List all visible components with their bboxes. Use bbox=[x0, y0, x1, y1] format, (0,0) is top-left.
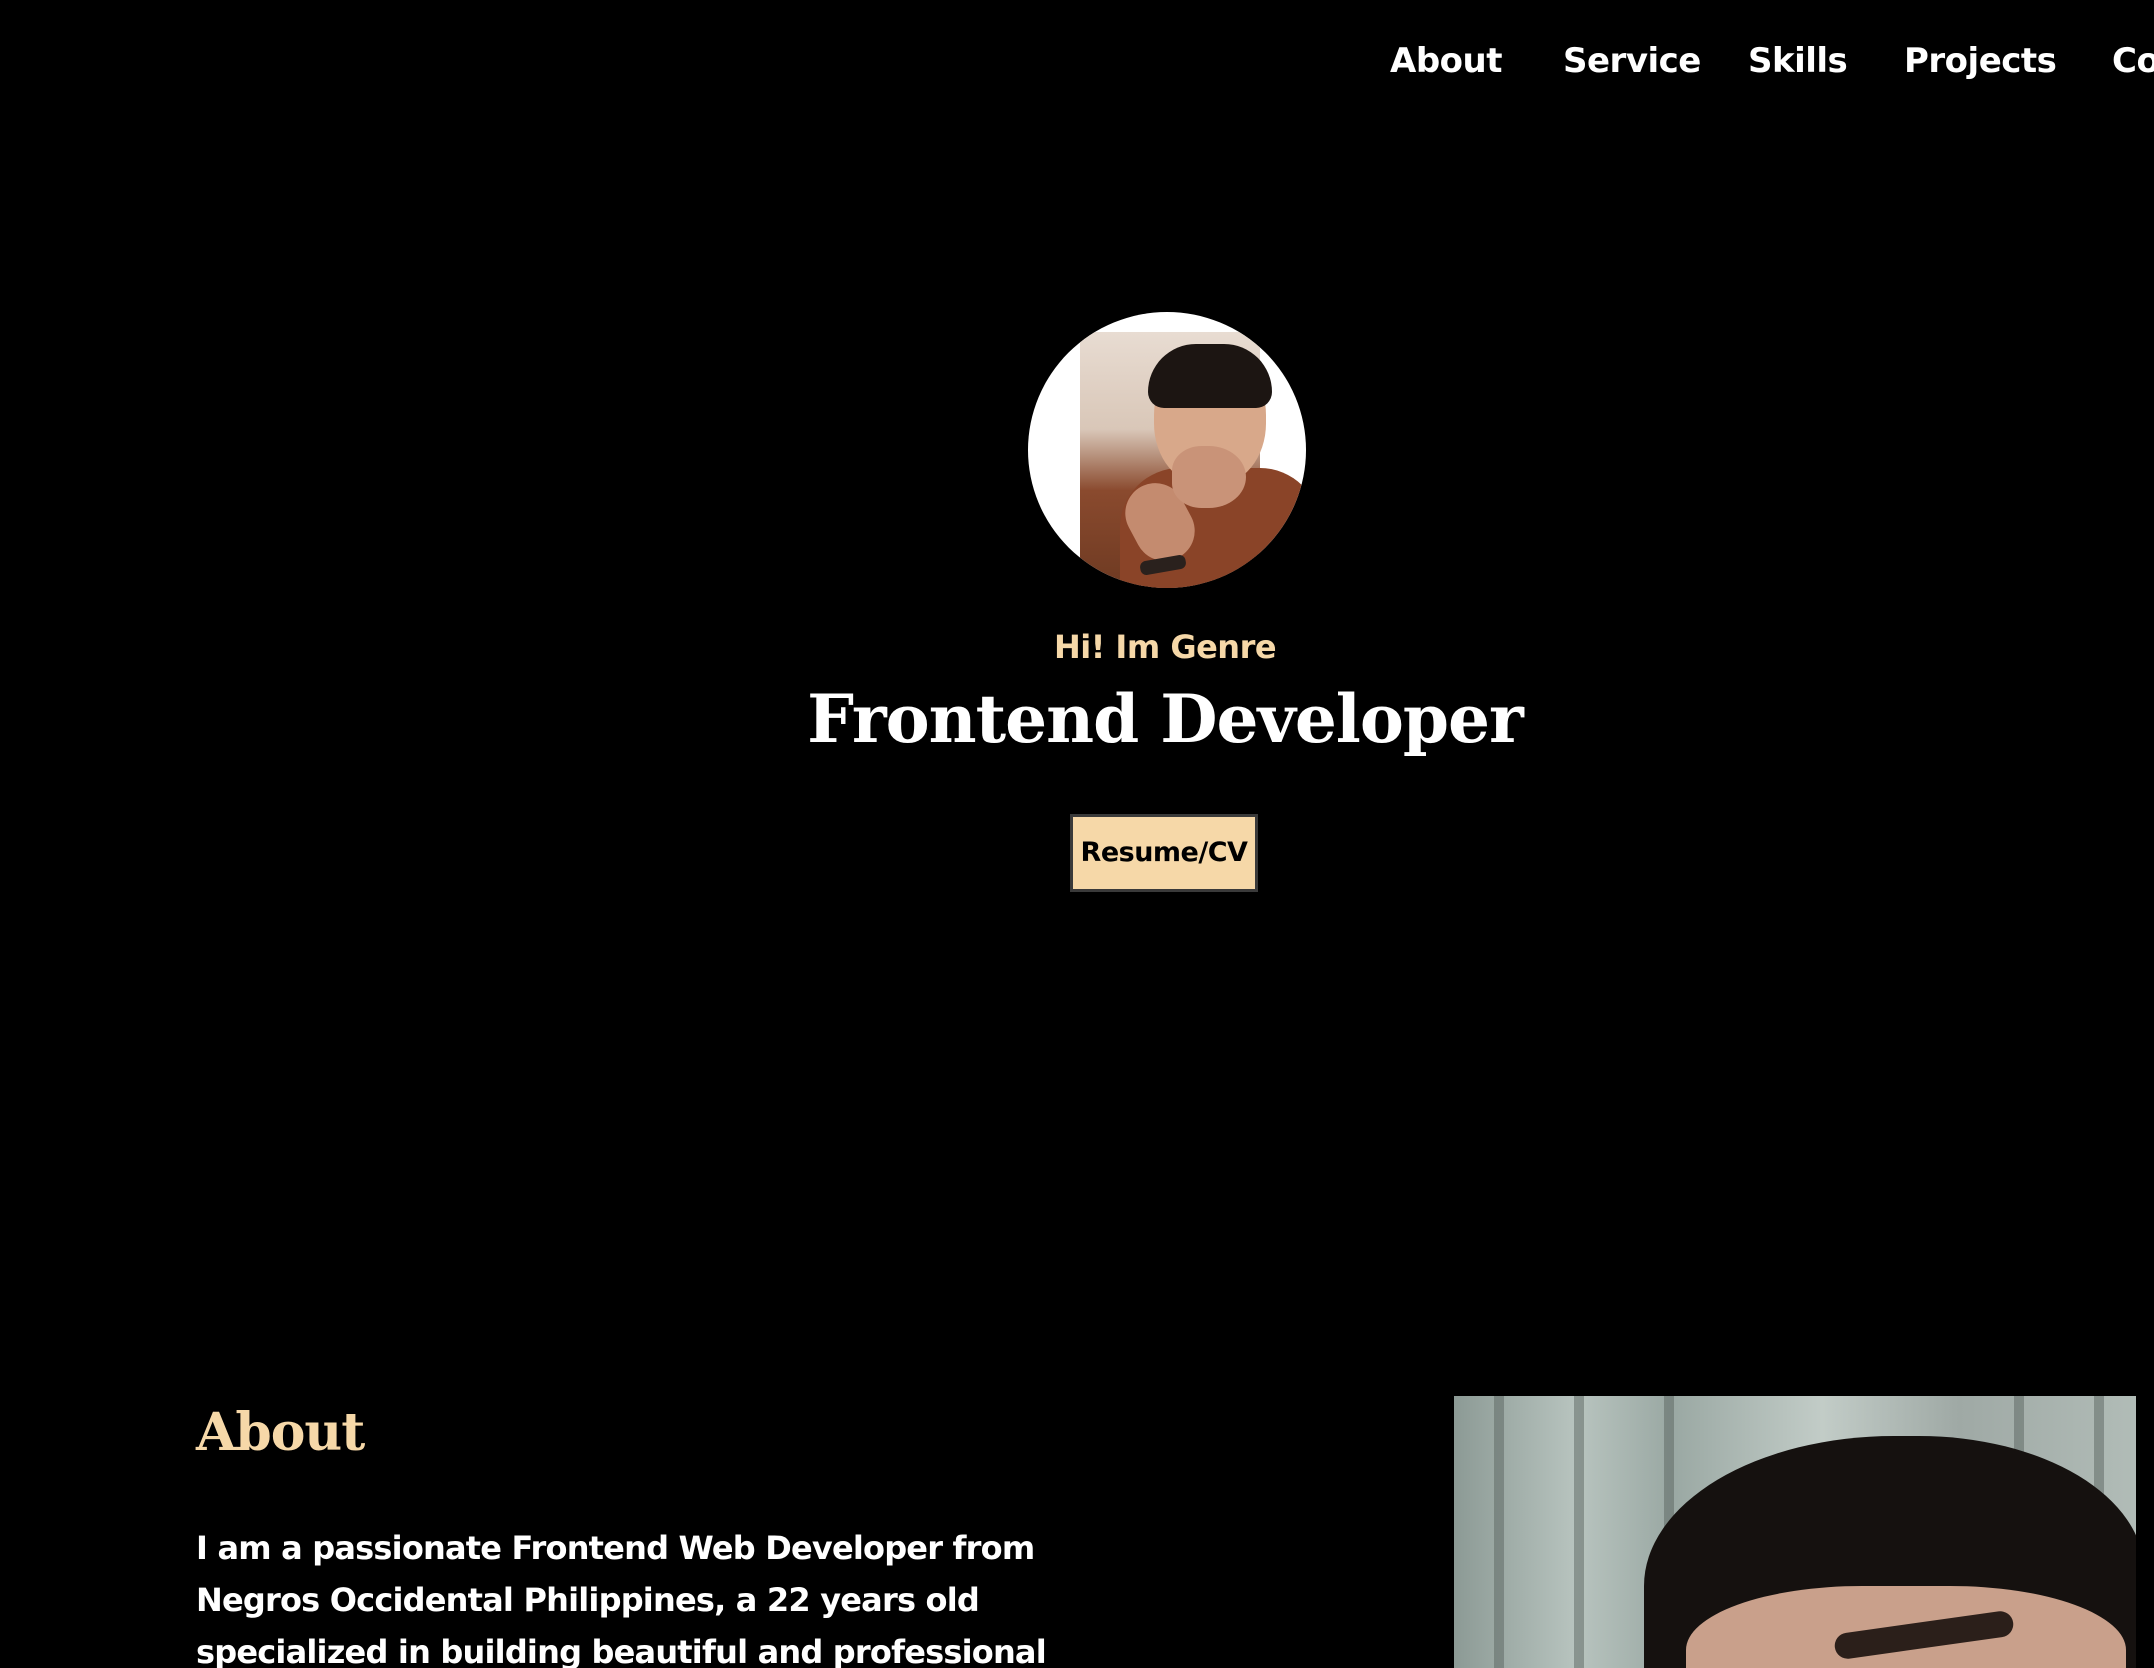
about-photo bbox=[1454, 1396, 2136, 1668]
profile-photo bbox=[1080, 332, 1306, 588]
nav-link-skills[interactable]: Skills bbox=[1748, 36, 1848, 86]
main-nav: About Service Skills Projects Co bbox=[1390, 36, 2154, 96]
nav-link-contact[interactable]: Co bbox=[2112, 36, 2154, 86]
hero-greeting: Hi! Im Genre bbox=[1053, 628, 1277, 666]
resume-cv-button[interactable]: Resume/CV bbox=[1070, 814, 1258, 892]
nav-link-service[interactable]: Service bbox=[1563, 36, 1701, 86]
nav-link-projects[interactable]: Projects bbox=[1904, 36, 2057, 86]
hero-title: Frontend Developer bbox=[807, 680, 1524, 758]
profile-avatar bbox=[1028, 312, 1306, 588]
about-text: I am a passionate Frontend Web Developer… bbox=[196, 1529, 1047, 1668]
about-heading: About bbox=[196, 1402, 365, 1463]
nav-link-about[interactable]: About bbox=[1390, 36, 1502, 86]
